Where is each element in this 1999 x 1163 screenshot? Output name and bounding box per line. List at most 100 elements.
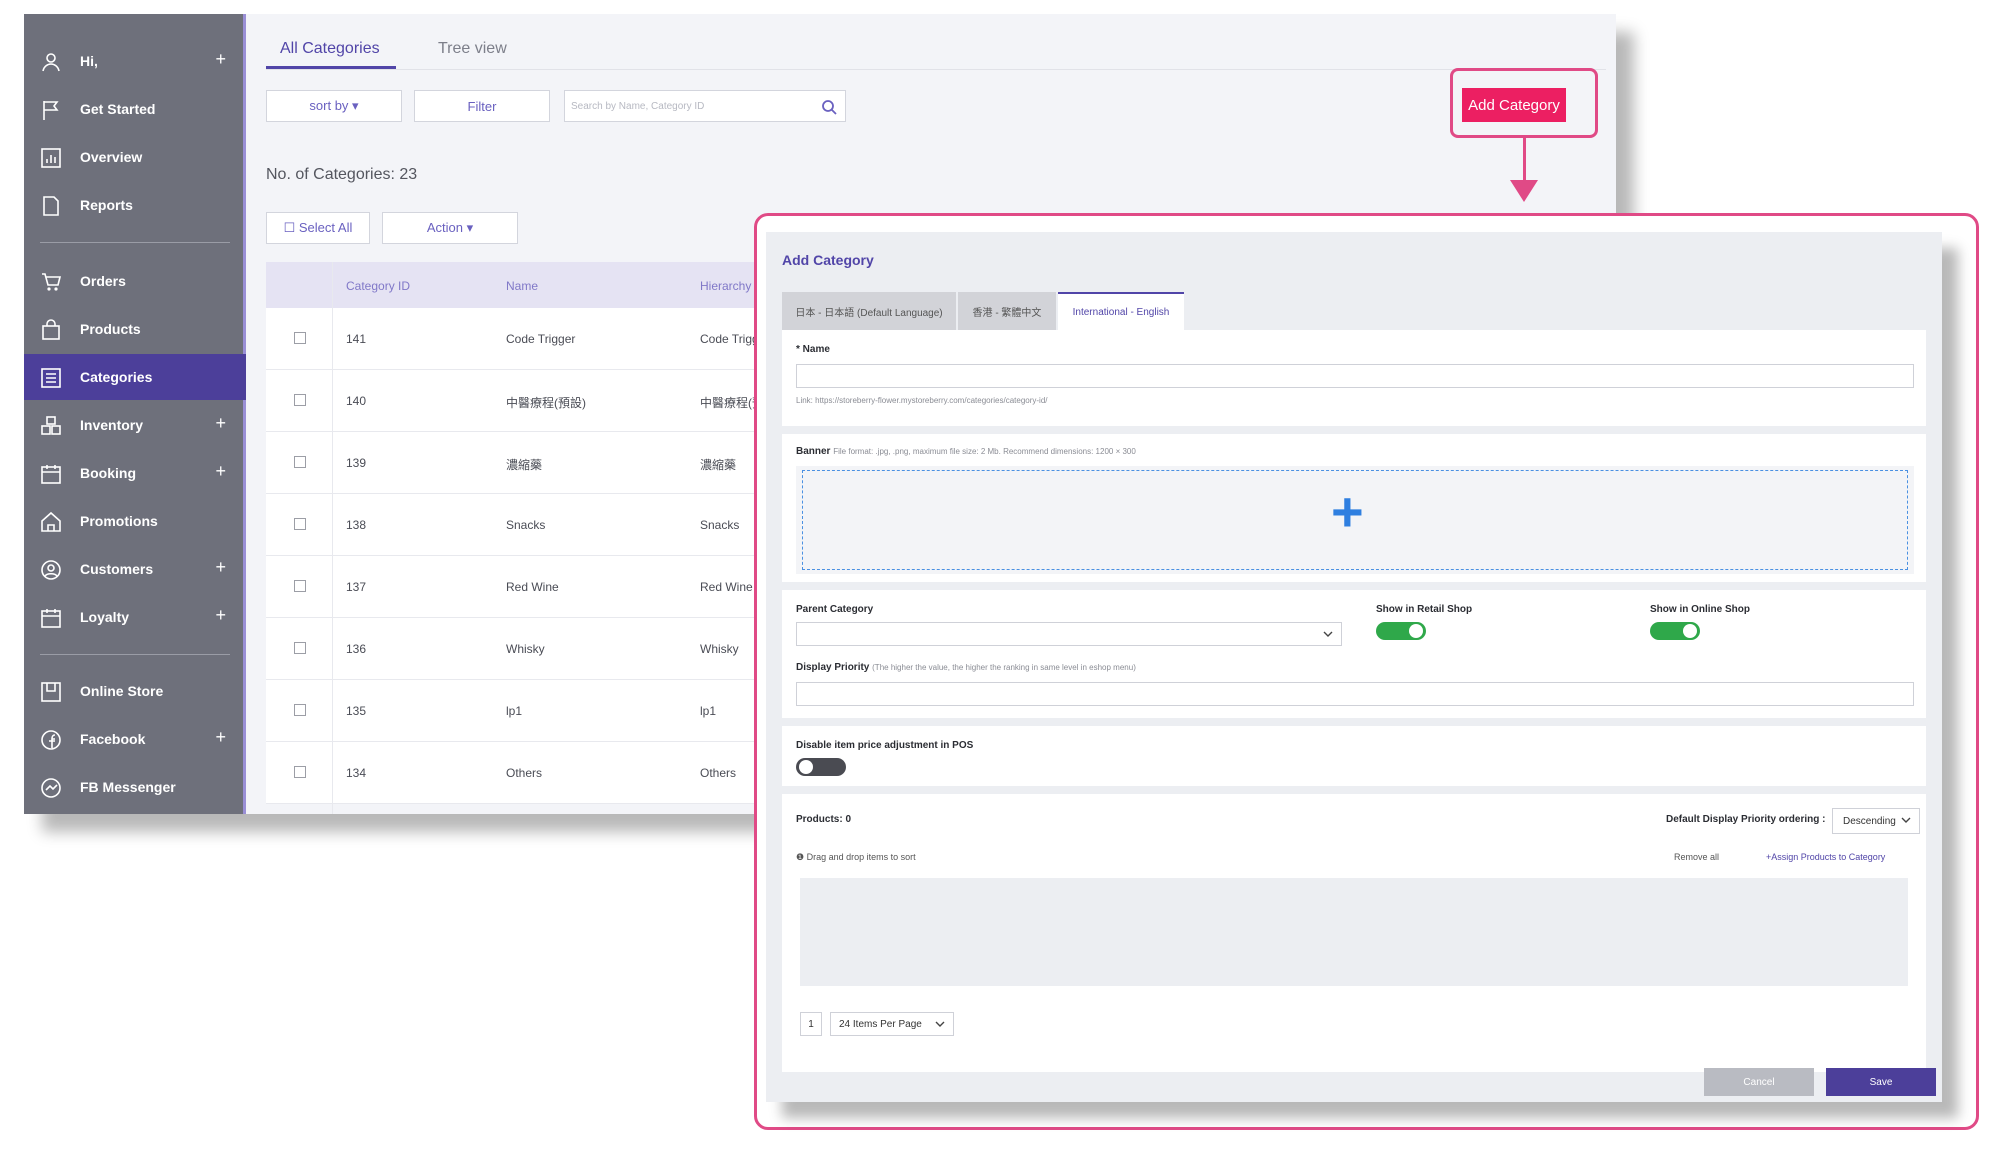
- sidebar-item-online-store[interactable]: Online Store: [24, 668, 246, 714]
- table-row[interactable]: 138 Snacks Snacks: [266, 494, 786, 556]
- dialog-title: Add Category: [782, 252, 874, 268]
- expand-plus-icon[interactable]: +: [215, 727, 226, 748]
- select-all-button[interactable]: ☐ Select All: [266, 212, 370, 244]
- sort-by-button[interactable]: sort by ▾: [266, 90, 402, 122]
- sidebar-item-label: Products: [80, 321, 141, 337]
- parent-category-select[interactable]: [796, 622, 1342, 646]
- table-row[interactable]: 136 Whisky Whisky: [266, 618, 786, 680]
- sidebar-item-customers[interactable]: Customers +: [24, 546, 246, 592]
- expand-plus-icon[interactable]: +: [215, 413, 226, 434]
- tab-rule: [266, 69, 1606, 70]
- header-category-id[interactable]: Category ID: [346, 279, 410, 293]
- lang-tab-traditional-chinese[interactable]: 香港 - 繁體中文: [958, 292, 1056, 330]
- tab-tree-view[interactable]: Tree view: [438, 40, 507, 58]
- calendar-icon: [41, 465, 61, 484]
- retail-shop-toggle[interactable]: [1376, 622, 1426, 640]
- tab-all-categories[interactable]: All Categories: [280, 40, 380, 58]
- parent-category-label: Parent Category: [796, 604, 874, 615]
- cell-hierarchy: lp1: [700, 704, 717, 718]
- lang-tab-english[interactable]: International - English: [1058, 292, 1184, 330]
- cell-name: 濃縮藥: [506, 458, 543, 472]
- banner-title: Banner: [796, 446, 831, 457]
- chevron-down-icon: [1323, 631, 1333, 637]
- sidebar-item-loyalty[interactable]: Loyalty +: [24, 594, 246, 640]
- add-category-button[interactable]: Add Category: [1462, 88, 1566, 122]
- table-row[interactable]: 139 濃縮藥 濃縮藥: [266, 432, 786, 494]
- sidebar-item-greeting[interactable]: Hi, +: [24, 38, 246, 84]
- products-count-label: Products: 0: [796, 814, 852, 825]
- cell-hierarchy: Whisky: [700, 642, 739, 656]
- row-checkbox[interactable]: [294, 580, 306, 592]
- sidebar-item-orders[interactable]: Orders: [24, 258, 246, 304]
- expand-plus-icon[interactable]: +: [215, 461, 226, 482]
- sidebar-item-booking[interactable]: Booking +: [24, 450, 246, 496]
- display-priority-input[interactable]: [796, 682, 1914, 706]
- table-row[interactable]: 135 lp1 lp1: [266, 680, 786, 742]
- remove-all-link[interactable]: Remove all: [1674, 852, 1719, 862]
- banner-drop-area[interactable]: +: [796, 466, 1914, 574]
- disable-price-toggle[interactable]: [796, 758, 846, 776]
- save-button[interactable]: Save: [1826, 1068, 1936, 1096]
- sidebar-item-products[interactable]: Products: [24, 306, 246, 352]
- retail-shop-label: Show in Retail Shop: [1376, 604, 1473, 615]
- user-icon: [42, 53, 60, 72]
- filter-button[interactable]: Filter: [414, 90, 550, 122]
- row-checkbox[interactable]: [294, 642, 306, 654]
- row-checkbox[interactable]: [294, 332, 306, 344]
- row-checkbox[interactable]: [294, 518, 306, 530]
- cell-name: Snacks: [506, 518, 546, 532]
- cell-hierarchy: Others: [700, 766, 737, 780]
- chevron-down-icon: [1901, 817, 1911, 823]
- row-checkbox[interactable]: [294, 456, 306, 468]
- calendar-icon: [41, 609, 61, 628]
- table-row[interactable]: 140 中醫療程(預設) 中醫療程(預: [266, 370, 786, 432]
- sidebar-item-label: Reports: [80, 197, 133, 213]
- sidebar-item-facebook[interactable]: Facebook +: [24, 716, 246, 762]
- online-shop-toggle[interactable]: [1650, 622, 1700, 640]
- callout-arrow-line: [1523, 138, 1526, 182]
- sidebar-item-categories[interactable]: Categories: [24, 354, 246, 400]
- expand-plus-icon[interactable]: +: [215, 557, 226, 578]
- chart-icon: [41, 148, 61, 168]
- sidebar-item-get-started[interactable]: Get Started: [24, 86, 246, 132]
- search-input[interactable]: [571, 97, 811, 115]
- callout-arrow-head: [1510, 180, 1538, 202]
- sidebar-item-label: Promotions: [80, 513, 158, 529]
- sidebar-item-promotions[interactable]: Promotions: [24, 498, 246, 544]
- sidebar-item-inventory[interactable]: Inventory +: [24, 402, 246, 448]
- row-checkbox[interactable]: [294, 394, 306, 406]
- sidebar-item-label: Booking: [80, 465, 136, 481]
- header-name[interactable]: Name: [506, 279, 538, 293]
- search-icon[interactable]: [821, 99, 837, 115]
- pos-section: Disable item price adjustment in POS: [782, 726, 1926, 786]
- cell-category-id: 141: [346, 332, 367, 346]
- items-per-page-value: 24 Items Per Page: [839, 1019, 922, 1030]
- sidebar-item-label: Online Store: [80, 683, 164, 699]
- table-row[interactable]: 137 Red Wine Red Wine: [266, 556, 786, 618]
- table-row[interactable]: 141 Code Trigger Code Trigge: [266, 308, 786, 370]
- row-checkbox[interactable]: [294, 704, 306, 716]
- cell-name: lp1: [506, 704, 523, 718]
- ordering-value: Descending: [1843, 816, 1896, 827]
- ordering-select[interactable]: Descending: [1832, 808, 1920, 834]
- sidebar-item-overview[interactable]: Overview: [24, 134, 246, 180]
- expand-plus-icon[interactable]: +: [215, 605, 226, 626]
- name-input[interactable]: [796, 364, 1914, 388]
- add-category-dialog: Add Category 日本 - 日本語 (Default Language)…: [766, 232, 1942, 1102]
- assign-products-link[interactable]: +Assign Products to Category: [1766, 852, 1885, 862]
- table-row[interactable]: 134 Others Others: [266, 742, 786, 804]
- expand-plus-icon[interactable]: +: [215, 49, 226, 70]
- upload-plus-icon[interactable]: +: [1331, 482, 1364, 542]
- product-drop-list[interactable]: [800, 878, 1908, 986]
- action-dropdown[interactable]: Action ▾: [382, 212, 518, 244]
- page-number-button[interactable]: 1: [800, 1012, 822, 1036]
- sidebar-divider: [40, 654, 230, 655]
- lang-tab-japanese[interactable]: 日本 - 日本語 (Default Language): [782, 292, 956, 330]
- items-per-page-select[interactable]: 24 Items Per Page: [830, 1012, 954, 1036]
- sidebar-item-reports[interactable]: Reports: [24, 182, 246, 228]
- cancel-button[interactable]: Cancel: [1704, 1068, 1814, 1096]
- products-section: Products: 0 Default Display Priority ord…: [782, 794, 1926, 1072]
- sidebar-item-fb-messenger[interactable]: FB Messenger: [24, 764, 246, 810]
- header-hierarchy[interactable]: Hierarchy: [700, 279, 751, 293]
- row-checkbox[interactable]: [294, 766, 306, 778]
